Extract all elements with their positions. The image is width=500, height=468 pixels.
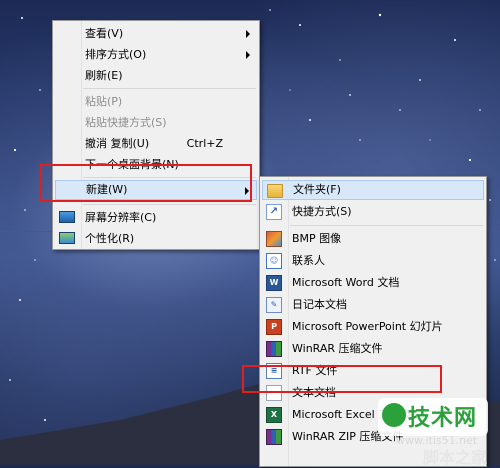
monitor-icon (59, 211, 75, 223)
submenu-arrow-icon (245, 187, 249, 195)
menu-item-personalize[interactable]: 个性化(R) (55, 229, 257, 249)
contact-icon: ☺ (266, 253, 282, 269)
menu-item-screen-resolution[interactable]: 屏幕分辨率(C) (55, 208, 257, 228)
journal-document-icon: ✎ (266, 297, 282, 313)
menu-item-refresh[interactable]: 刷新(E) (55, 66, 257, 86)
new-item-shortcut[interactable]: ↗ 快捷方式(S) (262, 202, 484, 222)
menu-item-view[interactable]: 查看(V) (55, 24, 257, 44)
submenu-arrow-icon (246, 51, 250, 59)
winrar-zip-icon (266, 429, 282, 445)
menu-item-paste-shortcut[interactable]: 粘贴快捷方式(S) (55, 113, 257, 133)
personalize-icon (59, 232, 75, 244)
shortcut-icon: ↗ (266, 204, 282, 220)
rtf-file-icon: ≡ (266, 363, 282, 379)
menu-separator (83, 88, 256, 89)
new-item-journal-document[interactable]: ✎ 日记本文档 (262, 295, 484, 315)
menu-separator (290, 225, 483, 226)
powerpoint-icon: P (266, 319, 282, 335)
shortcut-hint: Ctrl+Z (186, 137, 223, 150)
watermark-text: 技术网 (408, 406, 478, 431)
menu-item-undo-copy[interactable]: 撤消 复制(U) Ctrl+Z (55, 134, 257, 154)
word-document-icon: W (266, 275, 282, 291)
desktop-context-menu: 查看(V) 排序方式(O) 刷新(E) 粘贴(P) 粘贴快捷方式(S) 撤消 复… (52, 20, 260, 250)
new-item-folder[interactable]: 文件夹(F) (262, 180, 484, 200)
bmp-image-icon (266, 231, 282, 247)
new-item-contact[interactable]: ☺ 联系人 (262, 251, 484, 271)
watermark-logo-icon (382, 403, 406, 427)
menu-item-paste[interactable]: 粘贴(P) (55, 92, 257, 112)
winrar-icon (266, 341, 282, 357)
new-item-bmp-image[interactable]: BMP 图像 (262, 229, 484, 249)
watermark-site-name: 脚本之家 (423, 448, 488, 467)
menu-item-next-background[interactable]: 下一个桌面背景(N) (55, 155, 257, 175)
submenu-arrow-icon (246, 30, 250, 38)
menu-separator (83, 177, 256, 178)
excel-icon: X (266, 407, 282, 423)
menu-item-sort-by[interactable]: 排序方式(O) (55, 45, 257, 65)
new-item-word-document[interactable]: W Microsoft Word 文档 (262, 273, 484, 293)
folder-icon (267, 184, 283, 198)
menu-separator (83, 204, 256, 205)
new-item-powerpoint[interactable]: P Microsoft PowerPoint 幻灯片 (262, 317, 484, 337)
new-item-winrar-archive[interactable]: WinRAR 压缩文件 (262, 339, 484, 359)
menu-item-new[interactable]: 新建(W) (55, 180, 257, 200)
text-document-icon (266, 385, 282, 401)
new-item-rtf-file[interactable]: ≡ RTF 文件 (262, 361, 484, 381)
